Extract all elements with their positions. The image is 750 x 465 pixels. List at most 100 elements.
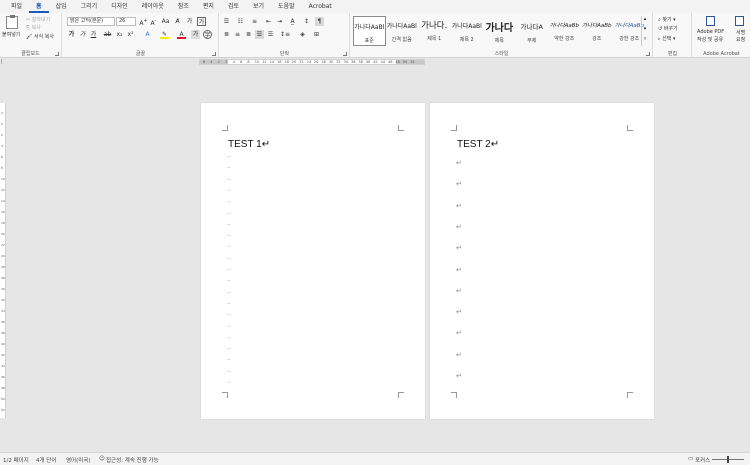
tab-5[interactable]: 레이아웃 xyxy=(135,0,171,13)
multilevel-list-icon[interactable]: ≡ xyxy=(250,17,259,26)
chevron-down-icon[interactable]: ▾ xyxy=(642,26,648,32)
tab-4[interactable]: 디자인 xyxy=(104,0,135,13)
subscript-icon[interactable]: x₂ xyxy=(115,30,124,39)
create-pdf-line1[interactable]: Adobe PDF xyxy=(697,29,724,35)
shading-icon[interactable]: ◈ xyxy=(298,30,307,39)
accessibility-status[interactable]: 접근성: 계속 진행 가능 xyxy=(106,456,159,464)
request-signature-icon[interactable] xyxy=(735,16,744,26)
style-item[interactable]: 가나다AaBb 강조 xyxy=(581,16,614,46)
shrink-font-icon[interactable]: A- xyxy=(149,17,158,27)
distributed-icon[interactable]: ☰ xyxy=(266,30,275,39)
styles-launcher-icon[interactable] xyxy=(646,52,650,56)
page-title[interactable]: TEST 1↵ xyxy=(228,139,270,150)
ruler-number: 6 xyxy=(1,155,3,159)
italic-icon[interactable]: 가 xyxy=(78,30,87,39)
tab-6[interactable]: 참조 xyxy=(171,0,196,13)
phonetic-guide-icon[interactable]: 가 xyxy=(185,17,194,26)
paragraph-launcher-icon[interactable] xyxy=(343,52,347,56)
copy-button[interactable]: ⎘ 복사 xyxy=(26,24,41,31)
align-right-icon[interactable]: ≣ xyxy=(244,30,253,39)
tab-8[interactable]: 검토 xyxy=(221,0,246,13)
page-2[interactable]: TEST 2↵ ↵ ↵ ↵ ↵ ↵ ↵ ↵ ↵ ↵ ↵ ↵ xyxy=(430,103,654,419)
font-color-icon[interactable]: A xyxy=(177,30,186,39)
replace-button[interactable]: ↺ 바꾸기 xyxy=(658,25,678,32)
ruler-number: 10 xyxy=(254,60,260,64)
request-signature-line1[interactable]: 서명 xyxy=(736,29,745,36)
decrease-indent-icon[interactable]: ⇤ xyxy=(264,17,273,26)
tab-11[interactable]: Acrobat xyxy=(302,0,339,13)
highlight-icon[interactable]: ✎ xyxy=(160,30,169,39)
create-pdf-icon[interactable] xyxy=(706,16,715,26)
horizontal-ruler[interactable]: 6 4 2 2 4 6 8 10 12 14 16 18 20 22 24 26 28 30 32 34 36 38 40 4… xyxy=(199,59,425,65)
ruler-number: 6 xyxy=(203,60,206,64)
clear-formatting-icon[interactable]: A̸ xyxy=(173,17,182,26)
superscript-icon[interactable]: x² xyxy=(126,30,135,39)
strikethrough-icon[interactable]: ab xyxy=(103,30,112,39)
gallery-more-icon[interactable]: ▿ xyxy=(642,36,648,42)
underline-icon[interactable]: 가 xyxy=(89,30,98,39)
style-item[interactable]: 가나다. 제목 1 xyxy=(418,16,451,46)
character-border-icon[interactable]: 가 xyxy=(197,17,206,26)
create-pdf-line2[interactable]: 작성 및 공유 xyxy=(697,36,723,43)
ruler-number: 22 xyxy=(1,243,5,247)
increase-indent-icon[interactable]: ⇥ xyxy=(275,17,284,26)
page-title[interactable]: TEST 2↵ xyxy=(457,139,499,150)
show-hide-marks-icon[interactable]: ¶ xyxy=(315,17,324,26)
paste-icon[interactable] xyxy=(6,15,18,29)
text-effects-icon[interactable]: A xyxy=(143,30,152,39)
change-case-icon[interactable]: Aa xyxy=(161,17,170,26)
paragraph-mark: ↵ xyxy=(456,350,462,359)
enclose-characters-icon[interactable]: 字 xyxy=(203,30,212,39)
tab-3[interactable]: 그리기 xyxy=(74,0,105,13)
grow-font-icon[interactable]: A+ xyxy=(139,17,148,27)
styles-gallery-scroll[interactable]: ▴ ▾ ▿ xyxy=(641,16,648,46)
vertical-ruler[interactable]: 4 2 2 4 6 8 10 12 14 16 18 20 22 24 26 28 30 32 34 36 38 40 42… xyxy=(0,103,6,418)
line-spacing-icon[interactable]: ↕≡ xyxy=(280,30,290,39)
style-item[interactable]: 가나다AaBl 제목 2 xyxy=(451,16,484,46)
focus-mode-button[interactable]: 포커스 xyxy=(695,456,710,464)
tab-7[interactable]: 편지 xyxy=(196,0,221,13)
tab-selector-icon[interactable]: ⌊ xyxy=(1,59,7,65)
justify-icon[interactable]: ☰ xyxy=(255,30,264,39)
page-count[interactable]: 1/2 페이지 xyxy=(3,456,29,464)
clipboard-launcher-icon[interactable] xyxy=(55,52,59,56)
font-name-select[interactable]: 맑은 고딕(본문) xyxy=(67,17,115,26)
character-shading-icon[interactable]: 가 xyxy=(191,30,200,39)
chevron-up-icon[interactable]: ▴ xyxy=(642,16,648,22)
find-button[interactable]: ⌕ 찾기 ▾ xyxy=(658,16,676,23)
zoom-slider-thumb[interactable] xyxy=(727,456,729,463)
bold-icon[interactable]: 가 xyxy=(67,30,76,39)
bullets-icon[interactable]: ☰ xyxy=(222,17,231,26)
page-1[interactable]: TEST 1↵ ·· ·· ·· ·· ·· ·· ·· ·· ·· ·· ·· ·· ·· ·· ·· ··… xyxy=(201,103,425,419)
style-item[interactable]: 가나다 제목 xyxy=(483,16,516,46)
style-item[interactable]: 가나다AaBl 표준 xyxy=(353,16,386,46)
tab-0[interactable]: 파일 xyxy=(4,0,29,13)
font-size-select[interactable]: 26 xyxy=(116,17,136,26)
format-painter-button[interactable]: 🖌 서식 복사 xyxy=(26,33,54,40)
tab-9[interactable]: 보기 xyxy=(246,0,271,13)
style-item[interactable]: 가나다AaBb 약한 강조 xyxy=(548,16,581,46)
tab-10[interactable]: 도움말 xyxy=(271,0,302,13)
align-center-icon[interactable]: ≡ xyxy=(233,30,242,39)
font-launcher-icon[interactable] xyxy=(212,52,216,56)
style-item[interactable]: 가나다AaBl 간격 없음 xyxy=(386,16,419,46)
style-sample: 가나다. xyxy=(421,21,448,31)
ruler-number: 4 xyxy=(232,60,235,64)
sort-icon[interactable]: ↕ xyxy=(302,17,311,26)
borders-icon[interactable]: ⊞ xyxy=(312,30,321,39)
request-signature-line2[interactable]: 요청 xyxy=(736,36,745,43)
select-button[interactable]: ▹ 선택 ▾ xyxy=(658,35,675,42)
language-indicator[interactable]: 영어(미국) xyxy=(66,456,91,464)
tab-1[interactable]: 홈 xyxy=(29,0,49,13)
cut-button[interactable]: ✂ 잘라내기 xyxy=(26,16,50,23)
style-item[interactable]: 가나다A 부제 xyxy=(516,16,549,46)
focus-icon[interactable]: ▭ xyxy=(688,456,693,462)
style-name: 제목 xyxy=(494,38,504,44)
paste-button[interactable]: 붙여넣기 xyxy=(2,31,20,38)
accessibility-icon[interactable]: ☺ xyxy=(99,456,105,462)
tab-2[interactable]: 삽입 xyxy=(49,0,74,13)
numbering-icon[interactable]: ☷ xyxy=(236,17,245,26)
word-count[interactable]: 4개 단어 xyxy=(36,456,56,464)
asian-layout-icon[interactable]: A̲ xyxy=(288,17,297,26)
align-left-icon[interactable]: ≣ xyxy=(222,30,231,39)
